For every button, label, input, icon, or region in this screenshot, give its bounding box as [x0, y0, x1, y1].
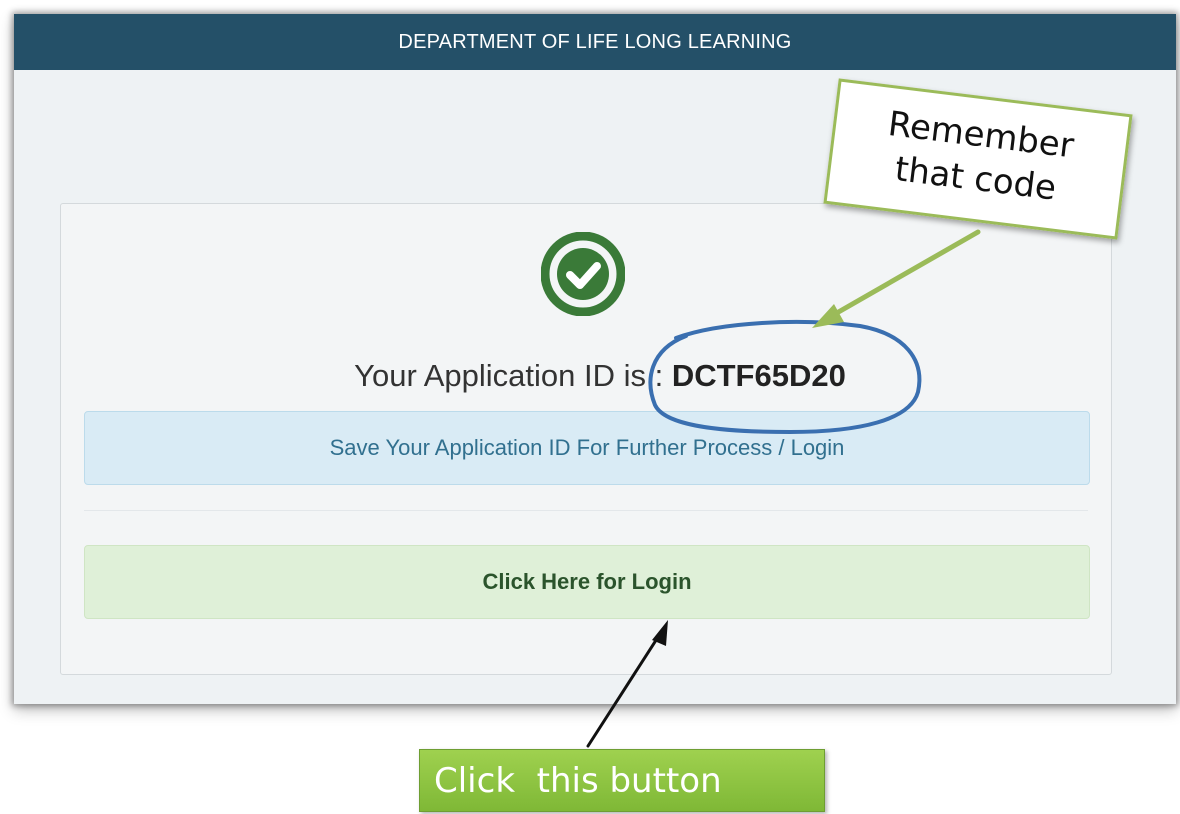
callout-label: Click this button — [434, 760, 722, 801]
check-circle-icon — [541, 232, 625, 316]
application-id-label: Your Application ID is : — [354, 358, 672, 393]
screenshot-stage: DEPARTMENT OF LIFE LONG LEARNING Your Ap… — [0, 0, 1180, 814]
application-id-value: DCTF65D20 — [671, 358, 846, 393]
login-button[interactable]: Click Here for Login — [84, 545, 1090, 619]
annotation-callout: Click this button — [419, 749, 825, 812]
page-title: DEPARTMENT OF LIFE LONG LEARNING — [398, 30, 792, 53]
page-header: DEPARTMENT OF LIFE LONG LEARNING — [14, 14, 1176, 70]
application-id-line: Your Application ID is : DCTF65D20 — [84, 358, 1116, 394]
login-button-label: Click Here for Login — [482, 569, 692, 594]
divider — [84, 510, 1088, 511]
info-message: Save Your Application ID For Further Pro… — [329, 435, 845, 460]
info-alert: Save Your Application ID For Further Pro… — [84, 411, 1090, 485]
